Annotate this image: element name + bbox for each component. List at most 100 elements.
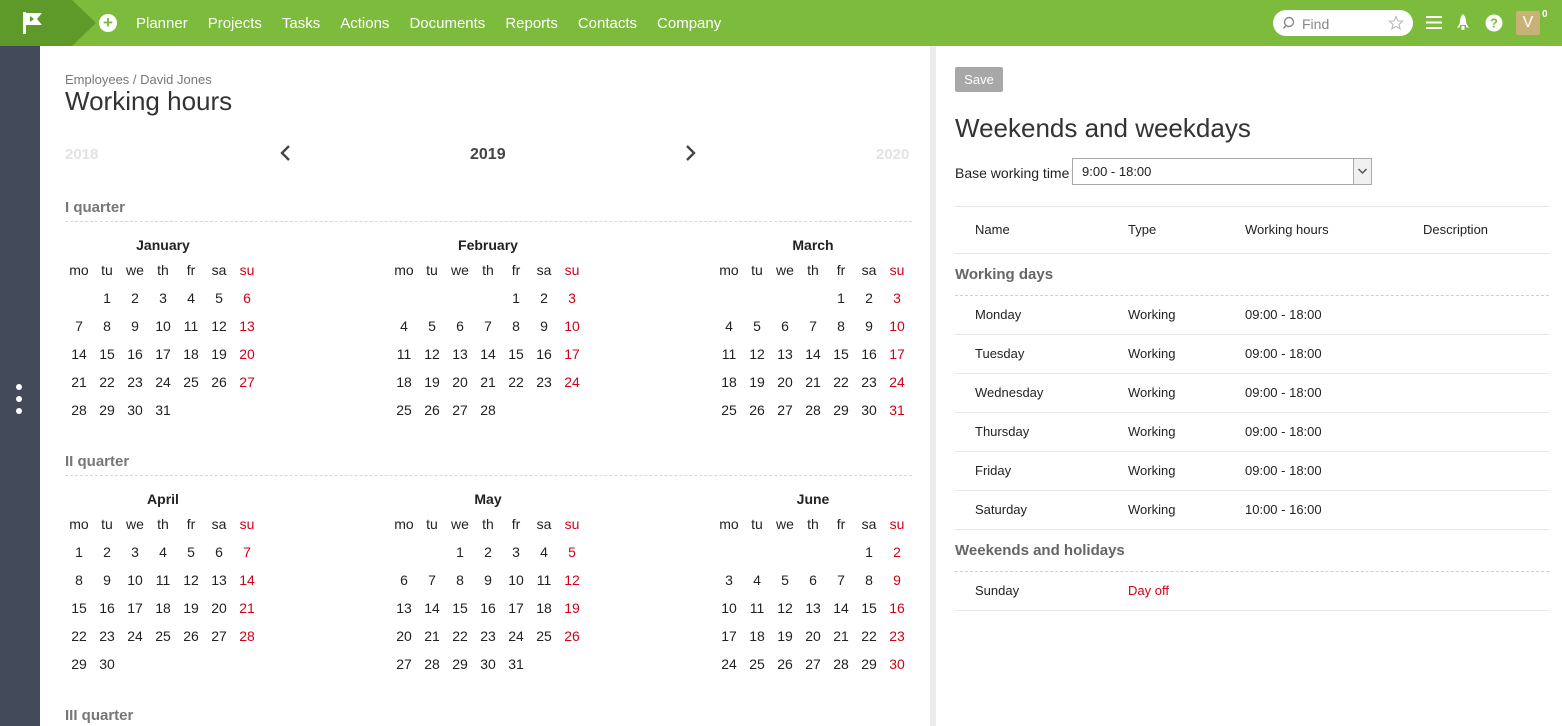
calendar-day[interactable]: 25: [149, 622, 177, 650]
calendar-day[interactable]: 20: [233, 340, 261, 368]
calendar-day[interactable]: 7: [65, 312, 93, 340]
calendar-day[interactable]: 13: [446, 340, 474, 368]
calendar-day[interactable]: 18: [530, 594, 558, 622]
calendar-day[interactable]: 11: [715, 340, 743, 368]
calendar-day[interactable]: 24: [121, 622, 149, 650]
calendar-day[interactable]: 30: [883, 650, 911, 678]
calendar-day[interactable]: 18: [715, 368, 743, 396]
calendar-day[interactable]: 8: [93, 312, 121, 340]
calendar-day[interactable]: 14: [474, 340, 502, 368]
calendar-day[interactable]: 17: [121, 594, 149, 622]
calendar-day[interactable]: 8: [502, 312, 530, 340]
breadcrumb-item-employee[interactable]: David Jones: [140, 72, 212, 87]
calendar-day[interactable]: 11: [177, 312, 205, 340]
calendar-day[interactable]: 11: [743, 594, 771, 622]
calendar-day[interactable]: 20: [771, 368, 799, 396]
calendar-day[interactable]: 3: [883, 284, 911, 312]
calendar-day[interactable]: 18: [390, 368, 418, 396]
calendar-day[interactable]: 13: [771, 340, 799, 368]
logo[interactable]: [0, 0, 96, 46]
calendar-day[interactable]: 15: [855, 594, 883, 622]
plus-circle-icon[interactable]: +: [99, 14, 117, 32]
calendar-day[interactable]: 19: [205, 340, 233, 368]
table-row[interactable]: Friday Working 09:00 - 18:00: [955, 452, 1549, 491]
calendar-day[interactable]: 16: [855, 340, 883, 368]
calendar-day[interactable]: 21: [799, 368, 827, 396]
calendar-day[interactable]: 16: [121, 340, 149, 368]
calendar-day[interactable]: 30: [855, 396, 883, 424]
calendar-day[interactable]: 29: [93, 396, 121, 424]
calendar-day[interactable]: 15: [502, 340, 530, 368]
chevron-left-icon[interactable]: [278, 144, 292, 162]
calendar-day[interactable]: 7: [799, 312, 827, 340]
table-row[interactable]: Tuesday Working 09:00 - 18:00: [955, 335, 1549, 374]
calendar-day[interactable]: 1: [827, 284, 855, 312]
calendar-day[interactable]: 19: [418, 368, 446, 396]
calendar-day[interactable]: 22: [855, 622, 883, 650]
help-icon[interactable]: ?: [1485, 14, 1503, 32]
calendar-day[interactable]: 28: [827, 650, 855, 678]
calendar-day[interactable]: 29: [65, 650, 93, 678]
calendar-day[interactable]: 20: [390, 622, 418, 650]
nav-item-planner[interactable]: Planner: [136, 15, 188, 32]
calendar-day[interactable]: 28: [474, 396, 502, 424]
menu-icon[interactable]: [1426, 15, 1442, 30]
calendar-day[interactable]: 31: [149, 396, 177, 424]
calendar-day[interactable]: 2: [121, 284, 149, 312]
rocket-icon[interactable]: [1456, 14, 1470, 32]
calendar-day[interactable]: 9: [530, 312, 558, 340]
year-next-label[interactable]: 2020: [876, 146, 909, 163]
calendar-day[interactable]: 12: [558, 566, 586, 594]
calendar-day[interactable]: 10: [121, 566, 149, 594]
calendar-day[interactable]: 28: [233, 622, 261, 650]
calendar-day[interactable]: 3: [502, 538, 530, 566]
calendar-day[interactable]: 14: [65, 340, 93, 368]
calendar-day[interactable]: 25: [743, 650, 771, 678]
calendar-day[interactable]: 12: [177, 566, 205, 594]
calendar-day[interactable]: 13: [233, 312, 261, 340]
calendar-day[interactable]: 31: [883, 396, 911, 424]
calendar-day[interactable]: 3: [121, 538, 149, 566]
calendar-day[interactable]: 14: [418, 594, 446, 622]
calendar-day[interactable]: 29: [827, 396, 855, 424]
nav-item-tasks[interactable]: Tasks: [282, 15, 320, 32]
calendar-day[interactable]: 17: [149, 340, 177, 368]
chevron-down-icon[interactable]: [1353, 159, 1371, 184]
calendar-day[interactable]: 28: [799, 396, 827, 424]
calendar-day[interactable]: 10: [558, 312, 586, 340]
calendar-day[interactable]: 15: [65, 594, 93, 622]
nav-item-documents[interactable]: Documents: [409, 15, 485, 32]
calendar-day[interactable]: 22: [446, 622, 474, 650]
calendar-day[interactable]: 23: [93, 622, 121, 650]
calendar-day[interactable]: 2: [855, 284, 883, 312]
calendar-day[interactable]: 14: [799, 340, 827, 368]
calendar-day[interactable]: 4: [149, 538, 177, 566]
calendar-day[interactable]: 25: [390, 396, 418, 424]
calendar-day[interactable]: 14: [827, 594, 855, 622]
calendar-day[interactable]: 6: [446, 312, 474, 340]
calendar-day[interactable]: 3: [149, 284, 177, 312]
calendar-day[interactable]: 25: [177, 368, 205, 396]
calendar-day[interactable]: 11: [390, 340, 418, 368]
calendar-day[interactable]: 16: [93, 594, 121, 622]
calendar-day[interactable]: 26: [418, 396, 446, 424]
calendar-day[interactable]: 28: [418, 650, 446, 678]
calendar-day[interactable]: 10: [502, 566, 530, 594]
calendar-day[interactable]: 8: [855, 566, 883, 594]
calendar-day[interactable]: 7: [827, 566, 855, 594]
calendar-day[interactable]: 16: [530, 340, 558, 368]
calendar-day[interactable]: 1: [502, 284, 530, 312]
calendar-day[interactable]: 18: [177, 340, 205, 368]
base-working-time-select[interactable]: 9:00 - 18:00: [1072, 158, 1372, 185]
calendar-day[interactable]: 6: [771, 312, 799, 340]
calendar-day[interactable]: 1: [65, 538, 93, 566]
calendar-day[interactable]: 9: [93, 566, 121, 594]
calendar-day[interactable]: 23: [121, 368, 149, 396]
calendar-day[interactable]: 26: [743, 396, 771, 424]
calendar-day[interactable]: 4: [390, 312, 418, 340]
calendar-day[interactable]: 6: [233, 284, 261, 312]
calendar-day[interactable]: 7: [233, 538, 261, 566]
more-options-icon[interactable]: [16, 384, 22, 420]
calendar-day[interactable]: 10: [883, 312, 911, 340]
calendar-day[interactable]: 21: [418, 622, 446, 650]
